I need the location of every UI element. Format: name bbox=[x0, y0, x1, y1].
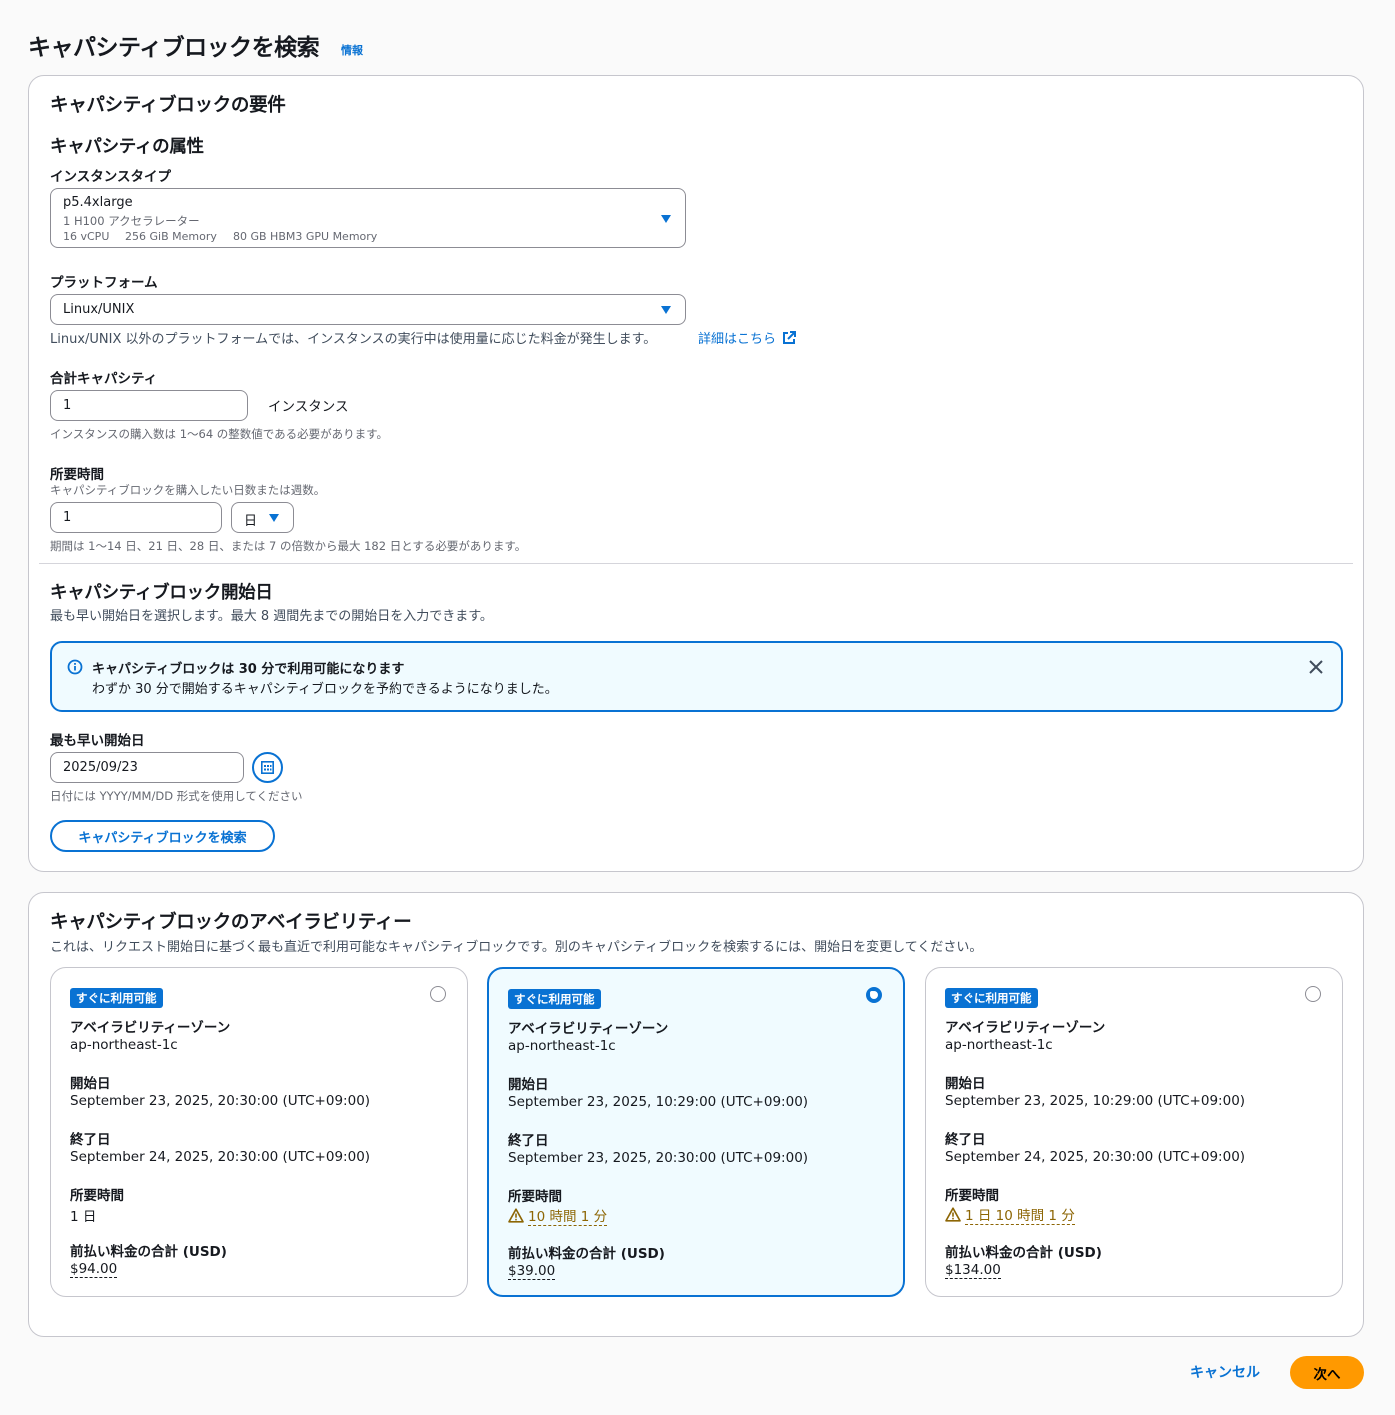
duration-label: 所要時間 bbox=[945, 1188, 999, 1204]
instance-gpu-memory: 80 GB HBM3 GPU Memory bbox=[233, 230, 378, 243]
az-value: ap-northeast-1c bbox=[508, 1038, 616, 1054]
duration-value[interactable]: 1 日 10 時間 1 分 bbox=[965, 1204, 1075, 1225]
section-divider bbox=[39, 563, 1353, 564]
calendar-icon bbox=[261, 761, 274, 774]
az-value: ap-northeast-1c bbox=[945, 1037, 1053, 1053]
earliest-date-label: 最も早い開始日 bbox=[50, 733, 145, 749]
price-label: 前払い料金の合計 (USD) bbox=[945, 1245, 1102, 1261]
status-badge: すぐに利用可能 bbox=[508, 989, 601, 1009]
option-radio[interactable] bbox=[430, 986, 446, 1002]
platform-value: Linux/UNIX bbox=[63, 302, 135, 317]
duration-hint: 期間は 1～14 日、21 日、28 日、または 7 の倍数から最大 182 日… bbox=[50, 539, 527, 553]
external-link-icon bbox=[783, 330, 797, 344]
status-badge: すぐに利用可能 bbox=[70, 988, 163, 1008]
end-label: 終了日 bbox=[70, 1132, 111, 1148]
instance-vcpu: 16 vCPU bbox=[63, 230, 110, 243]
end-label: 終了日 bbox=[508, 1133, 549, 1149]
price-value[interactable]: $94.00 bbox=[70, 1261, 118, 1278]
platform-label: プラットフォーム bbox=[50, 275, 158, 291]
duration-description: キャパシティブロックを購入したい日数または週数。 bbox=[50, 483, 326, 497]
start-date-heading: キャパシティブロック開始日 bbox=[50, 583, 273, 603]
chevron-down-icon bbox=[269, 514, 279, 522]
duration-unit-value: 日 bbox=[244, 514, 258, 529]
search-capacity-button[interactable]: キャパシティブロックを検索 bbox=[50, 820, 275, 852]
alert-body: わずか 30 分で開始するキャパシティブロックを予約できるようになりました。 bbox=[92, 682, 558, 697]
learn-more-link[interactable]: 詳細はこちら bbox=[698, 328, 797, 347]
duration-label: 所要時間 bbox=[50, 467, 104, 483]
info-icon bbox=[67, 659, 83, 675]
instance-accelerator: 1 H100 アクセラレーター bbox=[63, 214, 200, 228]
cancel-button[interactable]: キャンセル bbox=[1190, 1362, 1260, 1382]
total-capacity-hint: インスタンスの購入数は 1～64 の整数値である必要があります。 bbox=[50, 427, 389, 441]
duration-value[interactable]: 10 時間 1 分 bbox=[528, 1205, 608, 1226]
platform-select[interactable]: Linux/UNIX bbox=[50, 294, 686, 325]
option-radio[interactable] bbox=[1305, 986, 1321, 1002]
availability-description: これは、リクエスト開始日に基づく最も直近で利用可能なキャパシティブロックです。別… bbox=[50, 940, 983, 955]
status-badge: すぐに利用可能 bbox=[945, 988, 1038, 1008]
warning-icon bbox=[945, 1207, 961, 1222]
start-date-description: 最も早い開始日を選択します。最大 8 週間先までの開始日を入力できます。 bbox=[50, 609, 493, 624]
total-capacity-input[interactable]: 1 bbox=[50, 390, 248, 421]
instance-type-select[interactable]: p5.4xlarge 1 H100 アクセラレーター 16 vCPU 256 G… bbox=[50, 188, 686, 248]
earliest-date-input[interactable]: 2025/09/23 bbox=[50, 752, 244, 783]
price-label: 前払い料金の合計 (USD) bbox=[70, 1244, 227, 1260]
instance-memory: 256 GiB Memory bbox=[125, 230, 217, 243]
info-alert: キャパシティブロックは 30 分で利用可能になります わずか 30 分で開始する… bbox=[50, 641, 1343, 712]
warning-icon bbox=[508, 1208, 524, 1223]
duration-input[interactable]: 1 bbox=[50, 502, 222, 533]
chevron-down-icon bbox=[661, 215, 671, 223]
price-value[interactable]: $39.00 bbox=[508, 1263, 556, 1280]
instance-type-label: インスタンスタイプ bbox=[50, 169, 171, 185]
total-capacity-label: 合計キャパシティ bbox=[50, 371, 158, 387]
option-radio-selected[interactable] bbox=[866, 987, 882, 1003]
end-value: September 24, 2025, 20:30:00 (UTC+09:00) bbox=[945, 1149, 1246, 1165]
start-label: 開始日 bbox=[945, 1076, 986, 1092]
start-value: September 23, 2025, 10:29:00 (UTC+09:00) bbox=[508, 1094, 809, 1110]
close-icon[interactable] bbox=[1309, 660, 1323, 674]
end-value: September 23, 2025, 20:30:00 (UTC+09:00) bbox=[508, 1150, 809, 1166]
end-label: 終了日 bbox=[945, 1132, 986, 1148]
duration-label: 所要時間 bbox=[70, 1188, 124, 1204]
learn-more-label: 詳細はこちら bbox=[698, 332, 777, 347]
price-value[interactable]: $134.00 bbox=[945, 1262, 1001, 1279]
start-label: 開始日 bbox=[70, 1076, 111, 1092]
start-value: September 23, 2025, 10:29:00 (UTC+09:00) bbox=[945, 1093, 1246, 1109]
page-title: キャパシティブロックを検索 bbox=[28, 35, 320, 61]
date-format-hint: 日付には YYYY/MM/DD 形式を使用してください bbox=[50, 789, 303, 803]
capacity-option-card[interactable]: すぐに利用可能 アベイラビリティーゾーン ap-northeast-1c 開始日… bbox=[925, 967, 1343, 1297]
az-label: アベイラビリティーゾーン bbox=[945, 1020, 1106, 1036]
calendar-button[interactable] bbox=[252, 752, 283, 783]
availability-panel: キャパシティブロックのアベイラビリティー これは、リクエスト開始日に基づく最も直… bbox=[28, 892, 1364, 1337]
az-value: ap-northeast-1c bbox=[70, 1037, 178, 1053]
end-value: September 24, 2025, 20:30:00 (UTC+09:00) bbox=[70, 1149, 371, 1165]
capacity-option-card[interactable]: すぐに利用可能 アベイラビリティーゾーン ap-northeast-1c 開始日… bbox=[50, 967, 468, 1297]
next-button[interactable]: 次へ bbox=[1290, 1356, 1364, 1389]
az-label: アベイラビリティーゾーン bbox=[508, 1021, 669, 1037]
chevron-down-icon bbox=[661, 306, 671, 314]
availability-heading: キャパシティブロックのアベイラビリティー bbox=[50, 912, 412, 933]
start-value: September 23, 2025, 20:30:00 (UTC+09:00) bbox=[70, 1093, 371, 1109]
duration-label: 所要時間 bbox=[508, 1189, 562, 1205]
capacity-unit-label: インスタンス bbox=[268, 399, 349, 415]
duration-unit-select[interactable]: 日 bbox=[231, 502, 294, 533]
duration-value: 1 日 bbox=[70, 1209, 97, 1225]
price-label: 前払い料金の合計 (USD) bbox=[508, 1246, 665, 1262]
requirements-heading: キャパシティブロックの要件 bbox=[50, 95, 286, 116]
start-label: 開始日 bbox=[508, 1077, 549, 1093]
az-label: アベイラビリティーゾーン bbox=[70, 1020, 231, 1036]
info-link[interactable]: 情報 bbox=[341, 42, 363, 58]
capacity-option-card-selected[interactable]: すぐに利用可能 アベイラビリティーゾーン ap-northeast-1c 開始日… bbox=[487, 967, 905, 1297]
attributes-heading: キャパシティの属性 bbox=[50, 137, 204, 157]
instance-type-value: p5.4xlarge bbox=[63, 195, 133, 210]
platform-hint: Linux/UNIX 以外のプラットフォームでは、インスタンスの実行中は使用量に… bbox=[50, 332, 657, 347]
alert-title: キャパシティブロックは 30 分で利用可能になります bbox=[92, 662, 405, 677]
requirements-panel: キャパシティブロックの要件 キャパシティの属性 インスタンスタイプ p5.4xl… bbox=[28, 75, 1364, 872]
